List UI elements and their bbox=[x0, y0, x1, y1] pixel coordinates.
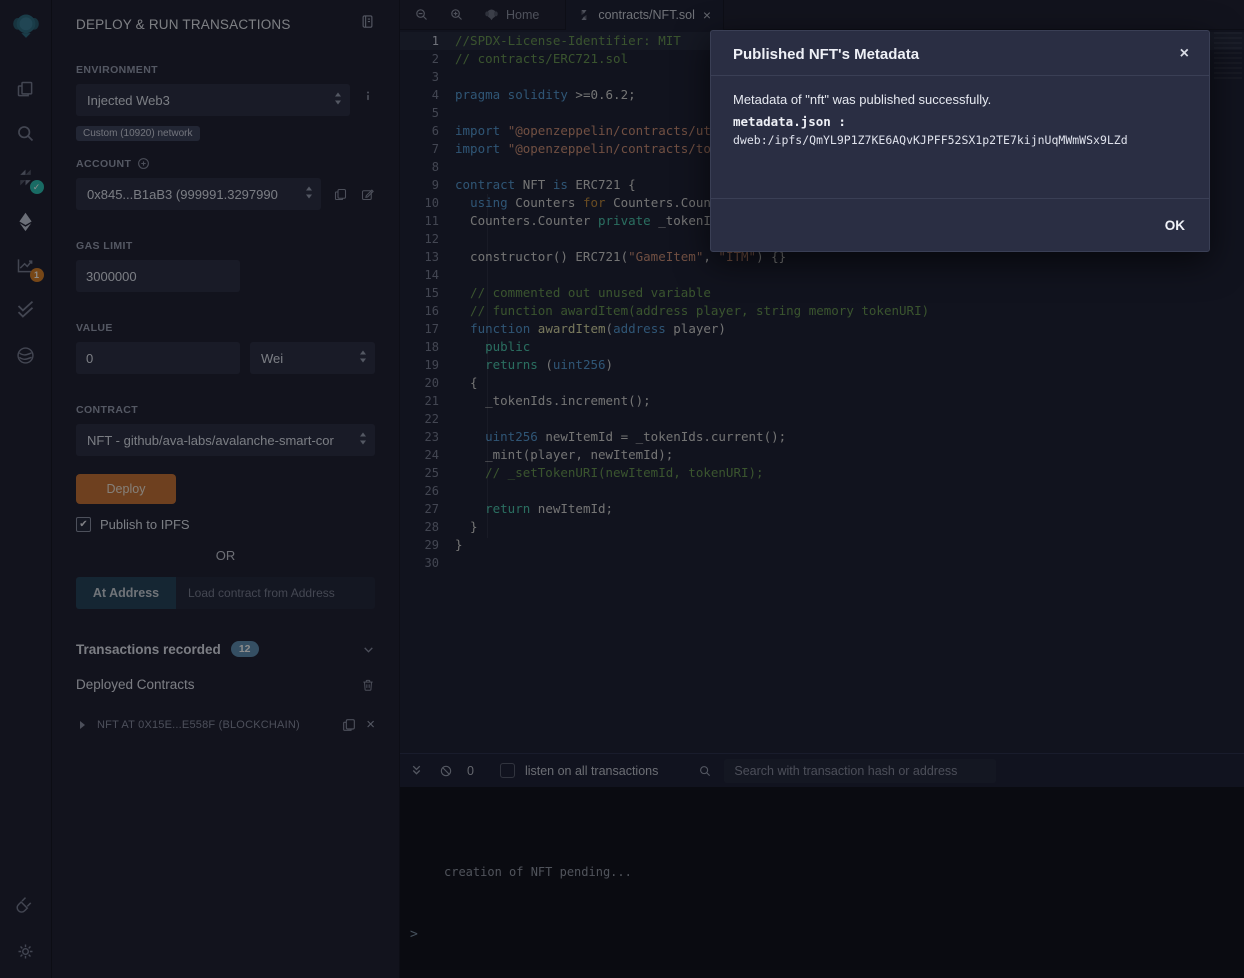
published-metadata-modal: Published NFT's Metadata × Metadata of "… bbox=[710, 30, 1210, 252]
modal-message: Metadata of "nft" was published successf… bbox=[733, 92, 1187, 107]
modal-file-label: metadata.json : bbox=[733, 114, 1187, 129]
modal-ipfs-hash: dweb:/ipfs/QmYL9P1Z7KE6AQvKJPFF52SX1p2TE… bbox=[733, 133, 1187, 147]
modal-footer: OK bbox=[711, 198, 1209, 251]
modal-title: Published NFT's Metadata bbox=[733, 46, 919, 63]
modal-body: Metadata of "nft" was published successf… bbox=[711, 76, 1209, 198]
remix-ide-screen: ✓ 1 bbox=[0, 0, 1244, 978]
ok-button[interactable]: OK bbox=[1165, 218, 1185, 233]
modal-close-icon[interactable]: × bbox=[1180, 46, 1189, 62]
modal-header: Published NFT's Metadata × bbox=[711, 31, 1209, 76]
